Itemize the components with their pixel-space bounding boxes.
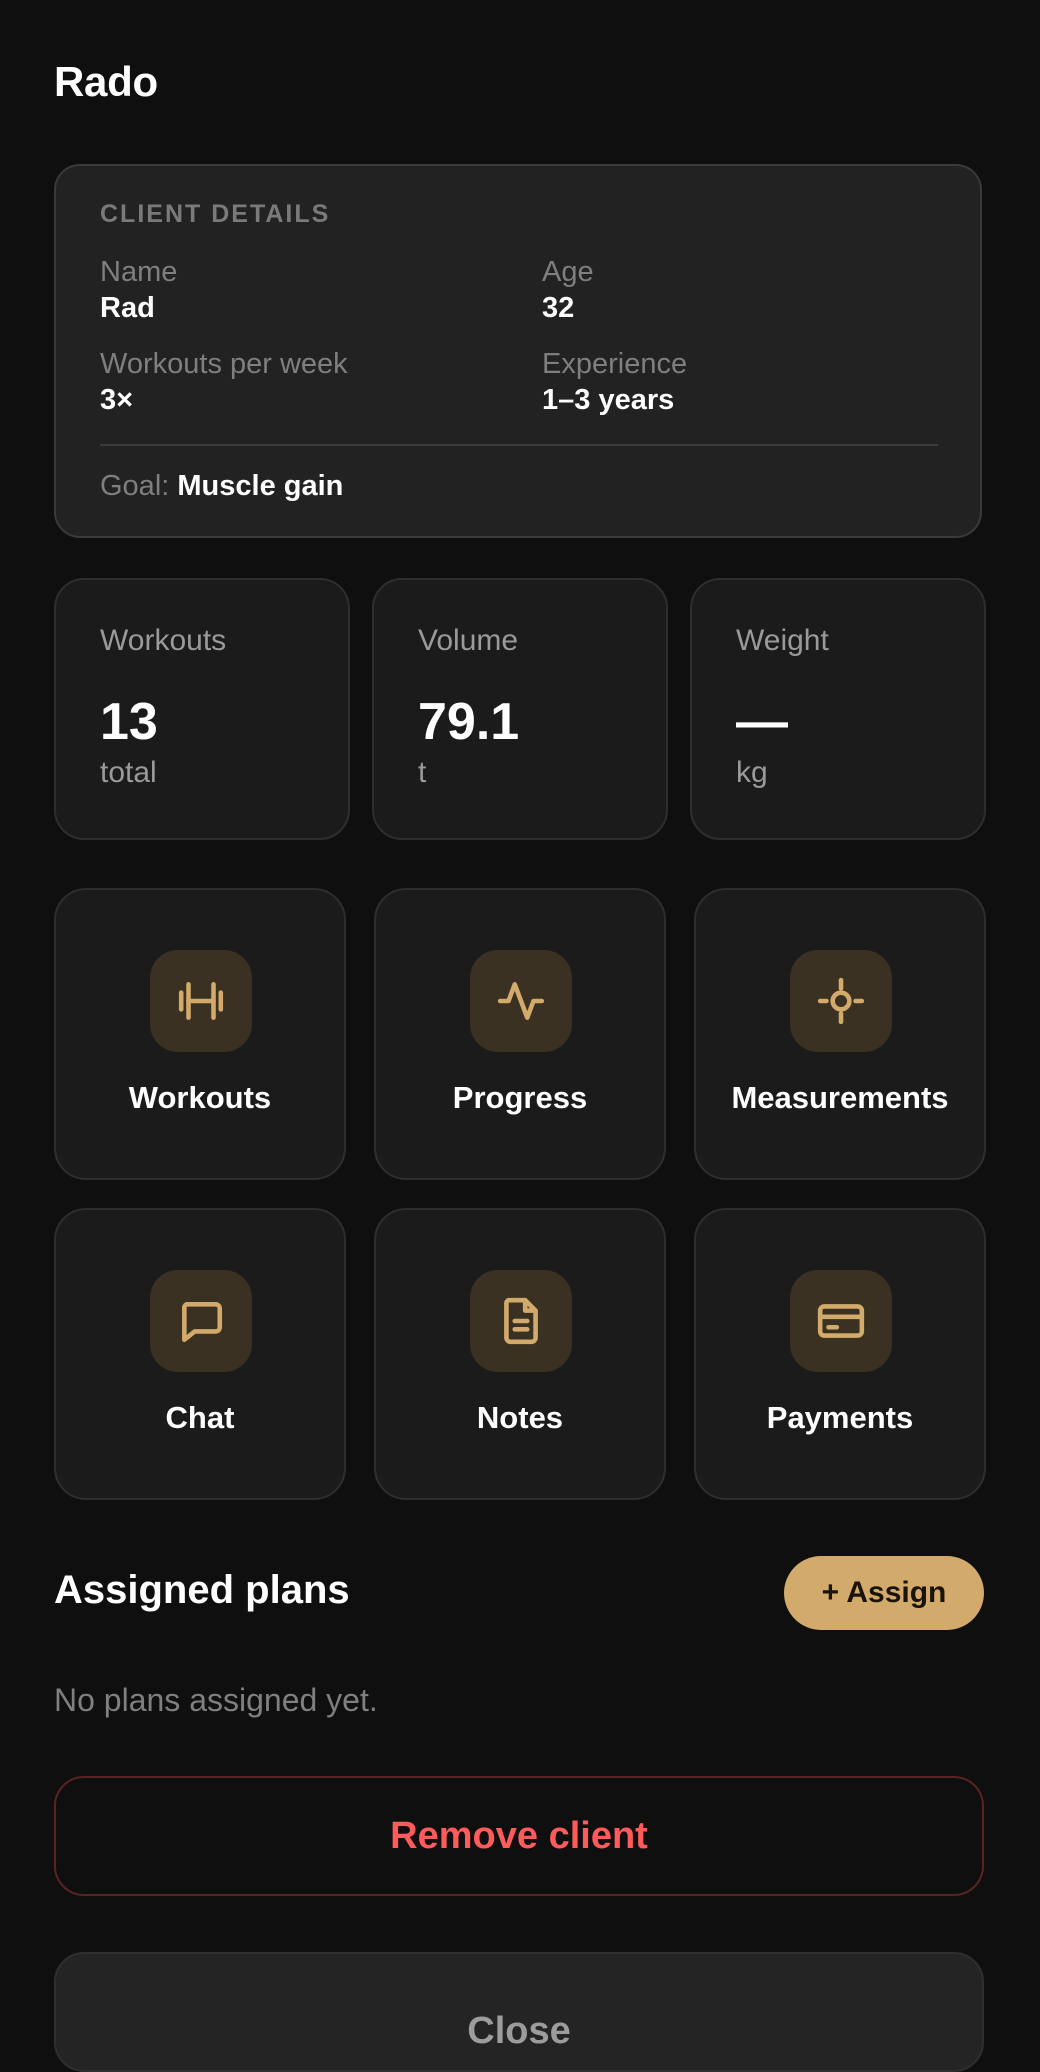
tile-label: Chat xyxy=(165,1400,235,1435)
goal-value: Muscle gain xyxy=(177,470,344,502)
tile-label: Notes xyxy=(476,1400,564,1435)
activity-icon xyxy=(470,950,572,1052)
workouts-tile[interactable]: Workouts xyxy=(54,888,346,1180)
tile-label: Payments xyxy=(766,1400,914,1435)
dumbbell-icon xyxy=(150,950,252,1052)
progress-tile[interactable]: Progress xyxy=(374,888,666,1180)
goal-label: Goal: xyxy=(100,470,170,502)
stat-unit: total xyxy=(100,756,157,789)
no-plans-message: No plans assigned yet. xyxy=(54,1682,378,1718)
chat-bubble-icon xyxy=(150,1270,252,1372)
workouts-per-week-field: Workouts per week 3× xyxy=(100,346,348,418)
experience-label: Experience xyxy=(542,348,688,380)
stat-value: — xyxy=(736,693,788,751)
details-divider xyxy=(100,444,938,446)
chat-tile[interactable]: Chat xyxy=(54,1208,346,1500)
goal-row: Goal: Muscle gain xyxy=(100,466,343,506)
stat-unit: t xyxy=(418,756,427,789)
tile-label: Progress xyxy=(452,1080,588,1115)
close-button[interactable]: Close xyxy=(54,1952,984,2072)
assign-plan-button[interactable]: + Assign xyxy=(784,1556,984,1630)
name-field: Name Rad xyxy=(100,254,177,326)
client-details-heading: CLIENT DETAILS xyxy=(100,200,331,228)
document-icon xyxy=(470,1270,572,1372)
stat-workouts: Workouts 13 total xyxy=(54,578,350,840)
stat-label: Volume xyxy=(418,624,519,657)
experience-value: 1–3 years xyxy=(542,384,675,416)
age-value: 32 xyxy=(542,292,575,324)
stat-weight: Weight — kg xyxy=(690,578,986,840)
remove-client-button[interactable]: Remove client xyxy=(54,1776,984,1896)
workouts-per-week-value: 3× xyxy=(100,384,134,416)
page-title: Rado xyxy=(54,58,158,105)
credit-card-icon xyxy=(790,1270,892,1372)
crosshair-icon xyxy=(790,950,892,1052)
stat-value: 79.1 xyxy=(418,693,520,751)
stat-label: Workouts xyxy=(100,624,227,657)
stat-unit: kg xyxy=(736,756,768,789)
payments-tile[interactable]: Payments xyxy=(694,1208,986,1500)
experience-field: Experience 1–3 years xyxy=(542,346,687,418)
age-field: Age 32 xyxy=(542,254,594,326)
measurements-tile[interactable]: Measurements xyxy=(694,888,986,1180)
stat-label: Weight xyxy=(736,624,829,657)
name-label: Name xyxy=(100,256,178,288)
stat-value: 13 xyxy=(100,693,158,751)
notes-tile[interactable]: Notes xyxy=(374,1208,666,1500)
name-value: Rad xyxy=(100,292,155,324)
tile-label: Measurements xyxy=(731,1080,949,1115)
tile-label: Workouts xyxy=(128,1080,272,1115)
stat-volume: Volume 79.1 t xyxy=(372,578,668,840)
age-label: Age xyxy=(542,256,594,288)
workouts-per-week-label: Workouts per week xyxy=(100,348,348,380)
assigned-plans-heading: Assigned plans xyxy=(54,1568,350,1612)
